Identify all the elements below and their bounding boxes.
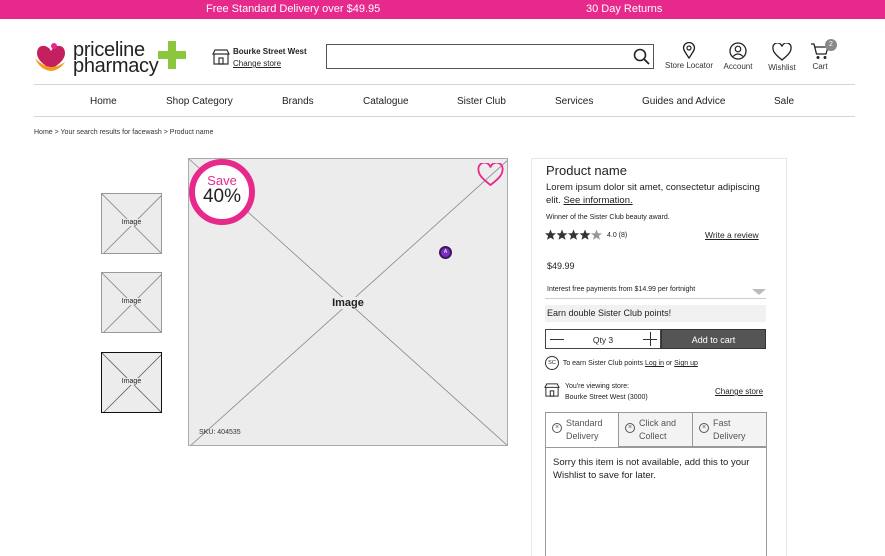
- save-badge: Save 40%: [189, 159, 255, 225]
- star-rating-icon: [545, 229, 602, 240]
- nav-item-shop-category[interactable]: Shop Category: [166, 96, 233, 107]
- finance-dropdown[interactable]: Interest free payments from $14.99 per f…: [545, 286, 766, 299]
- account-label: Account: [723, 62, 753, 71]
- store-icon: [544, 383, 560, 397]
- nav-item-catalogue[interactable]: Catalogue: [363, 96, 409, 107]
- tab-label: Standard Delivery: [566, 417, 603, 443]
- returns-promo[interactable]: 30 Day Returns: [586, 3, 662, 15]
- tab-label-line1: Click and: [639, 418, 677, 428]
- user-icon: [729, 42, 747, 60]
- delivery-message: Sorry this item is not available, add th…: [545, 447, 767, 556]
- points-promo: Earn double Sister Club points!: [545, 305, 766, 322]
- login-link[interactable]: Log in: [645, 360, 664, 367]
- signup-link[interactable]: Sign up: [674, 360, 698, 367]
- annotation-pin: A: [439, 246, 452, 259]
- product-description: Lorem ipsum dolor sit amet, consectetur …: [546, 181, 771, 207]
- store-icon: [212, 49, 230, 65]
- logo-word-pharmacy: pharmacy: [73, 55, 159, 77]
- store-locator-label: Store Locator: [664, 61, 714, 70]
- change-store-link[interactable]: Change store: [233, 59, 281, 68]
- store-locator-link[interactable]: Store Locator: [664, 42, 714, 70]
- quantity-stepper: Qty 3: [545, 329, 661, 349]
- nav-item-guides-and-advice[interactable]: Guides and Advice: [642, 96, 725, 107]
- tab-fast-delivery[interactable]: × Fast Delivery: [692, 412, 767, 447]
- delivery-tabs: × Standard Delivery × Click and Collect …: [545, 412, 767, 447]
- main-product-image[interactable]: Image SKU: 404535 Save 40% A: [188, 158, 508, 446]
- unavailable-x-icon: ×: [699, 423, 709, 433]
- heart-icon: [772, 43, 792, 61]
- thumbnail-3[interactable]: Image: [101, 352, 162, 413]
- nav-item-sale[interactable]: Sale: [774, 96, 794, 107]
- tab-standard-delivery[interactable]: × Standard Delivery: [545, 412, 619, 447]
- cart-label: Cart: [812, 62, 828, 71]
- write-review-link[interactable]: Write a review: [705, 230, 759, 240]
- product-info-panel: Product name Lorem ipsum dolor sit amet,…: [531, 158, 787, 556]
- thumbnail-label: Image: [102, 378, 161, 385]
- search-icon[interactable]: [633, 48, 650, 65]
- tab-click-and-collect[interactable]: × Click and Collect: [618, 412, 693, 447]
- award-text: Winner of the Sister Club beauty award.: [546, 214, 670, 221]
- product-name: Product name: [546, 163, 627, 178]
- viewing-store-text: You're viewing store: Bourke Street West…: [565, 381, 648, 403]
- free-delivery-promo[interactable]: Free Standard Delivery over $49.95: [206, 3, 380, 15]
- account-link[interactable]: Account: [720, 42, 756, 71]
- cart-link[interactable]: Cart 2: [804, 39, 837, 71]
- promo-bar: Free Standard Delivery over $49.95 30 Da…: [0, 0, 885, 19]
- sister-club-prefix: To earn Sister Club points: [562, 359, 643, 367]
- see-information-link[interactable]: See information.: [563, 195, 632, 206]
- heart-logo-icon: [35, 43, 65, 71]
- viewing-store-name: Bourke Street West (3000): [565, 394, 648, 401]
- site-logo[interactable]: priceline pharmacy: [34, 39, 194, 77]
- thumbnail-label: Image: [102, 298, 161, 305]
- store-name: Bourke Street West: [233, 47, 307, 56]
- sku-label: SKU: 404535: [199, 429, 241, 436]
- triangle-down-icon: [752, 289, 766, 295]
- location-pin-icon: [682, 42, 696, 59]
- thumbnail-label: Image: [102, 219, 161, 226]
- sister-club-signin: SC To earn Sister Club points Log in or …: [545, 356, 698, 370]
- finance-text: Interest free payments from $14.99 per f…: [547, 286, 696, 293]
- tab-label-line1: Fast: [713, 418, 731, 428]
- thumbnail-2[interactable]: Image: [101, 272, 162, 333]
- nav-item-services[interactable]: Services: [555, 96, 593, 107]
- increase-quantity-icon[interactable]: [643, 332, 657, 346]
- tab-label: Click and Collect: [639, 417, 676, 443]
- change-store-link[interactable]: Change store: [715, 387, 763, 396]
- sister-club-badge: SC: [545, 356, 559, 370]
- nav-item-brands[interactable]: Brands: [282, 96, 314, 107]
- nav-item-sister-club[interactable]: Sister Club: [457, 96, 506, 107]
- search-input[interactable]: [327, 45, 617, 68]
- cart-count-badge: 2: [825, 39, 837, 51]
- main-image-label: Image: [189, 297, 507, 309]
- main-image-label-text: Image: [330, 297, 366, 309]
- viewing-store: You're viewing store: Bourke Street West…: [544, 383, 763, 402]
- tab-label-line2: Delivery: [713, 431, 746, 441]
- tab-label-line2: Delivery: [566, 431, 599, 441]
- tab-label-line1: Standard: [566, 418, 603, 428]
- viewing-store-label: You're viewing store:: [565, 383, 630, 390]
- product-price: $49.99: [547, 261, 575, 271]
- add-to-wishlist-heart-icon[interactable]: [477, 163, 504, 187]
- sister-club-or: or: [665, 359, 673, 367]
- rating-text: 4.0 (8): [607, 232, 628, 239]
- nav-item-home[interactable]: Home: [90, 96, 117, 107]
- wishlist-link[interactable]: Wishlist: [764, 42, 800, 72]
- tab-label-line2: Collect: [639, 431, 667, 441]
- thumbnail-1[interactable]: Image: [101, 193, 162, 254]
- save-percent: 40%: [202, 186, 242, 207]
- green-cross-icon: [158, 41, 186, 69]
- wishlist-label: Wishlist: [768, 63, 796, 72]
- main-navigation: Home Shop Category Brands Catalogue Sist…: [34, 84, 855, 117]
- search-bar: [326, 44, 654, 69]
- unavailable-x-icon: ×: [552, 423, 562, 433]
- tab-label: Fast Delivery: [713, 417, 746, 443]
- unavailable-x-icon: ×: [625, 423, 635, 433]
- add-to-cart-button[interactable]: Add to cart: [661, 329, 766, 349]
- breadcrumb[interactable]: Home > Your search results for facewash …: [34, 129, 213, 136]
